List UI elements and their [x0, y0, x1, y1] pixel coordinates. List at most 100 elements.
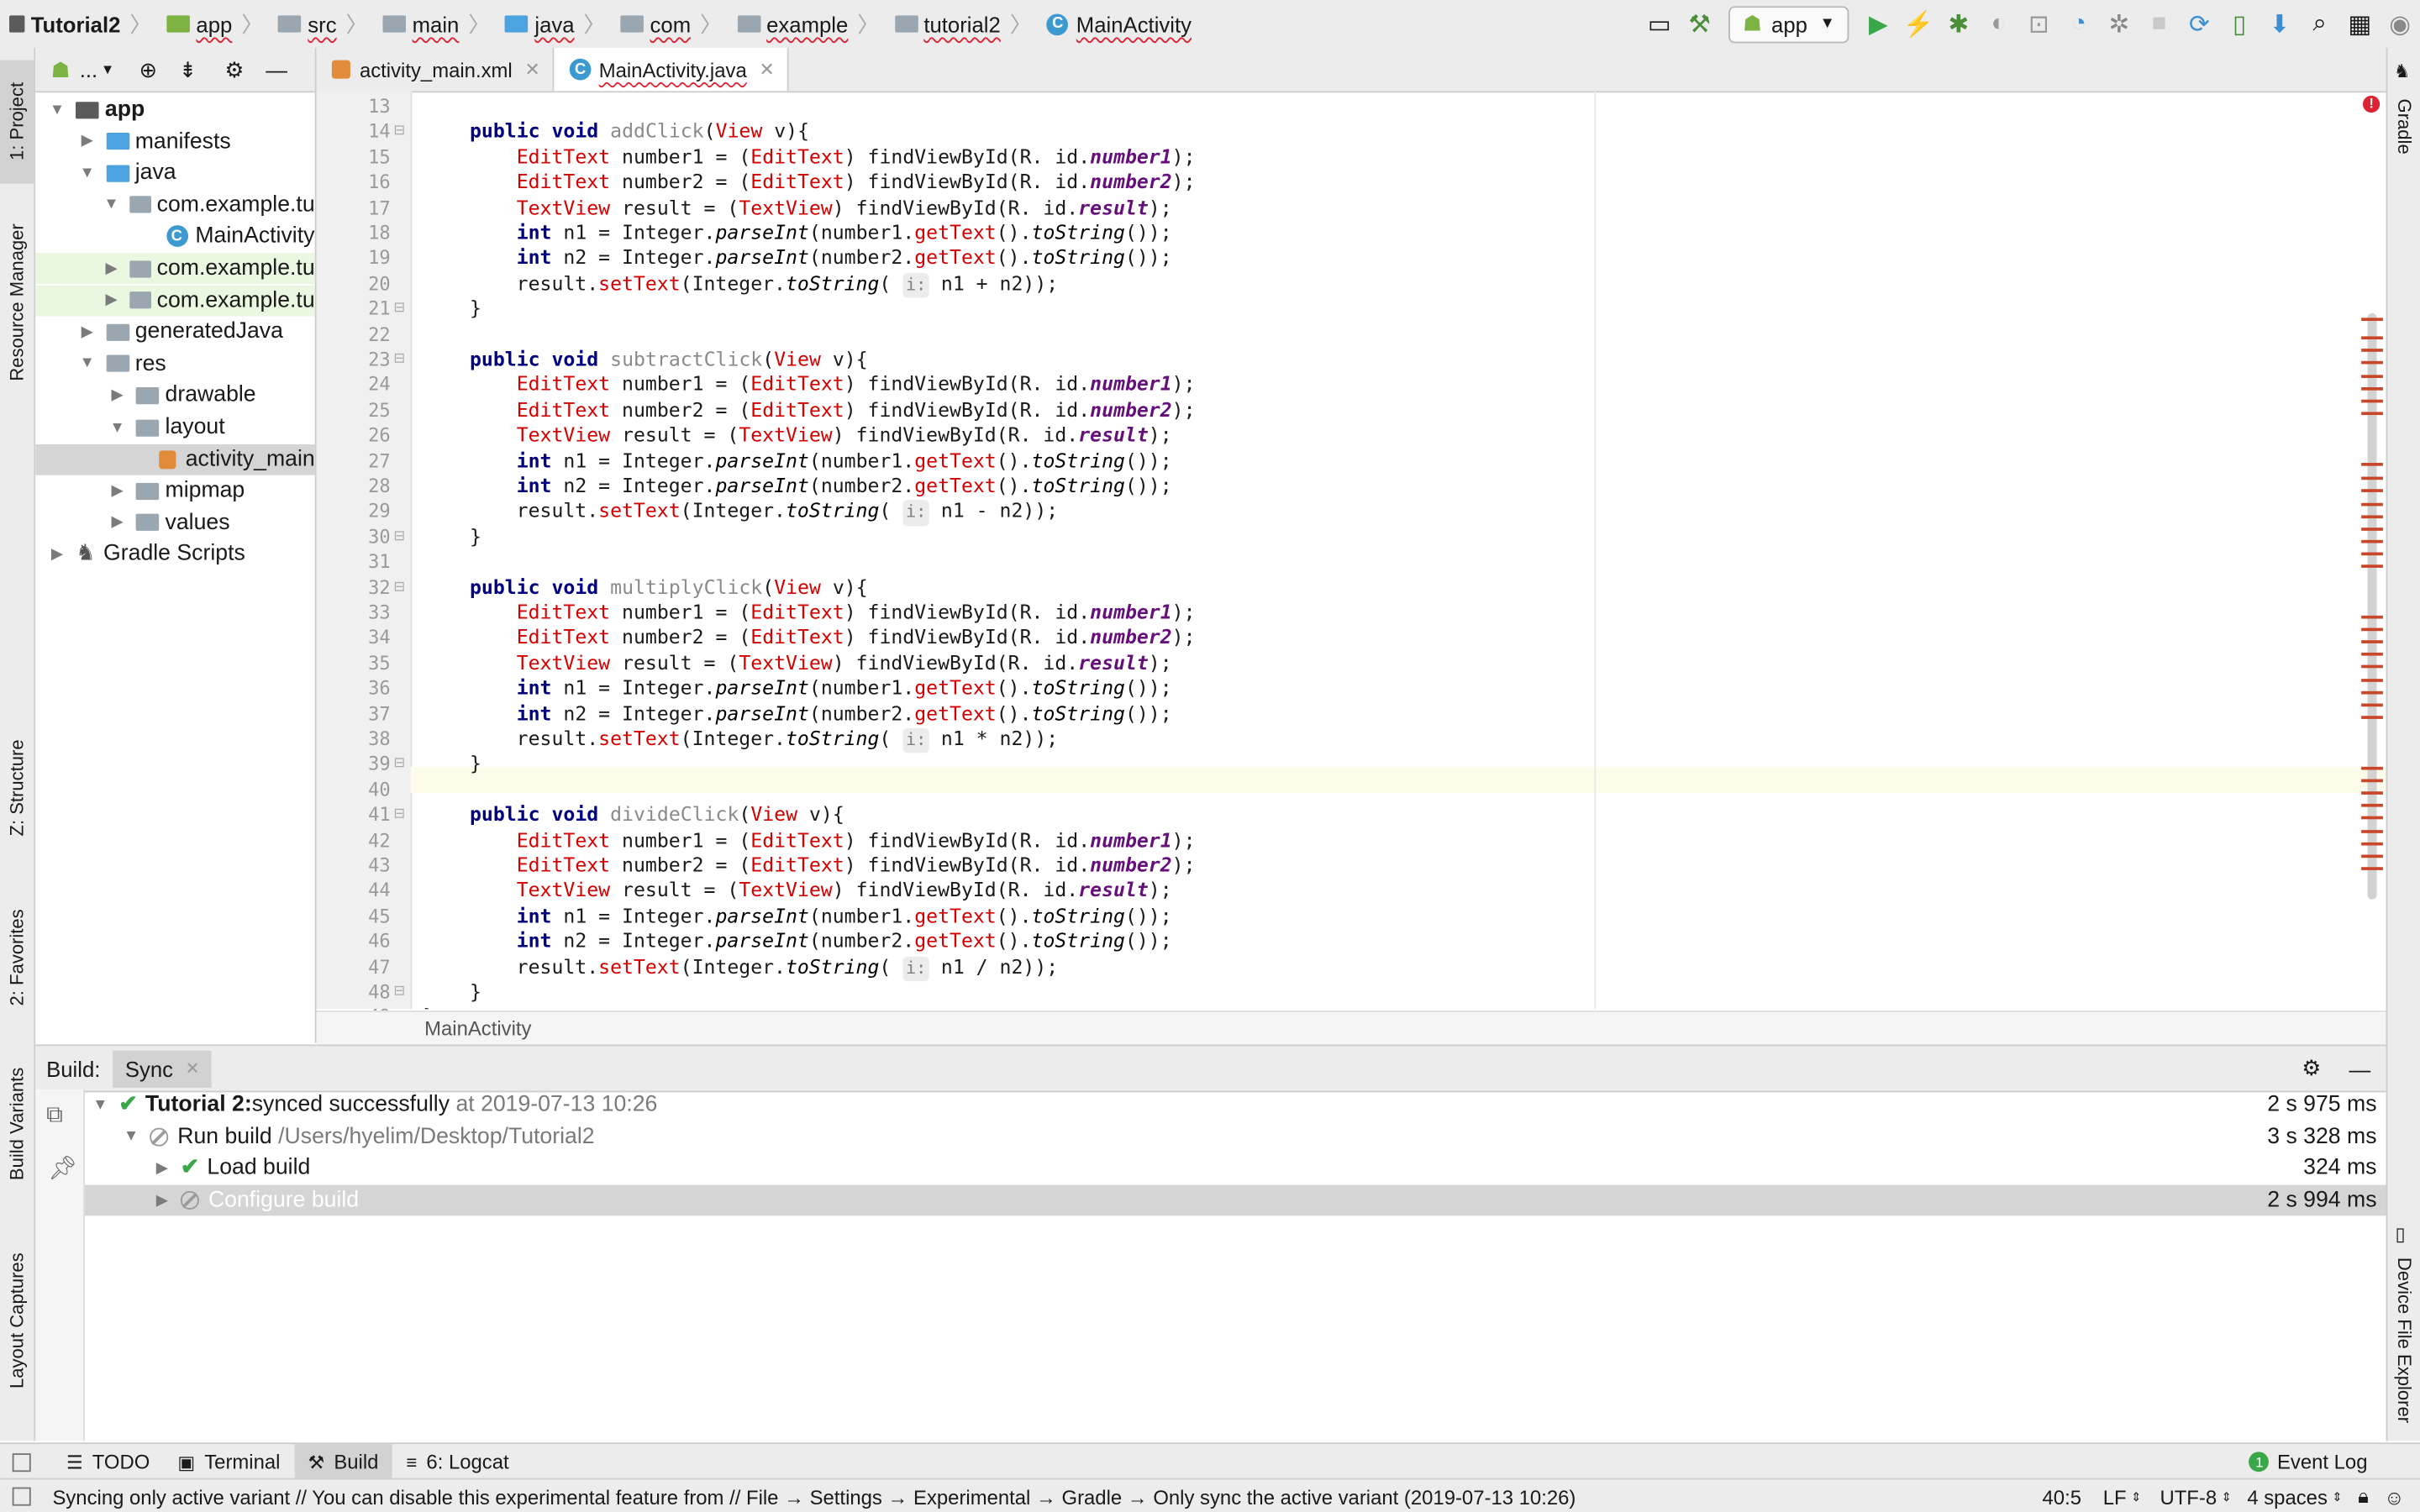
breadcrumb-item[interactable]: tutorial2 〉 — [885, 0, 1037, 48]
error-mark[interactable] — [2361, 664, 2383, 669]
collapsed-arrow-icon[interactable]: ▶ — [108, 387, 127, 404]
apply-changes-icon[interactable]: ⚡ — [1898, 4, 1939, 45]
tree-item[interactable]: ▼ com.example.tu — [35, 190, 314, 221]
tree-item[interactable]: ▶ drawable — [35, 381, 314, 412]
error-mark[interactable] — [2361, 489, 2383, 492]
event-log-tab[interactable]: Event Log — [2277, 1450, 2368, 1473]
collapsed-arrow-icon[interactable]: ▶ — [78, 133, 97, 150]
error-mark[interactable] — [2361, 360, 2383, 365]
error-mark[interactable] — [2361, 703, 2383, 707]
lock-icon[interactable]: 🔒︎ — [2358, 1484, 2369, 1509]
error-mark[interactable] — [2361, 803, 2383, 807]
tree-item[interactable]: ▼ layout — [35, 412, 314, 443]
tree-item[interactable]: ▶ manifests — [35, 126, 314, 157]
collapse-all-icon[interactable]: ⇟ — [179, 56, 197, 82]
avd-manager-icon[interactable]: ▯ — [2219, 4, 2260, 45]
error-mark[interactable] — [2361, 615, 2383, 619]
error-mark[interactable] — [2361, 539, 2383, 543]
project-structure-icon[interactable]: ▦ — [2339, 4, 2380, 45]
debug-icon[interactable]: ✱ — [1939, 4, 1979, 45]
tree-item[interactable]: ▼ java — [35, 158, 314, 189]
settings-gear-icon[interactable]: ⚙ — [224, 56, 244, 82]
pin-icon[interactable]: 📌︎ — [48, 1154, 77, 1182]
expanded-arrow-icon[interactable]: ▼ — [48, 101, 66, 118]
tree-item[interactable]: ▼ app — [35, 94, 314, 125]
breadcrumb-item[interactable]: com 〉 — [612, 0, 729, 48]
fold-marker-icon[interactable]: ⊟ — [393, 528, 405, 544]
android-view-icon[interactable]: ☗ — [51, 56, 71, 82]
expanded-arrow-icon[interactable]: ▼ — [78, 355, 97, 372]
run-configuration-dropdown[interactable]: ☗ app ▼ — [1728, 5, 1849, 43]
settings-gear-icon[interactable]: ⚙ — [2302, 1055, 2321, 1081]
error-mark[interactable] — [2361, 842, 2383, 846]
select-run-window-icon[interactable]: ▭ — [1639, 4, 1680, 45]
error-mark[interactable] — [2361, 375, 2383, 378]
bottom-tab[interactable]: ▣ Terminal — [164, 1444, 294, 1479]
error-mark[interactable] — [2361, 564, 2383, 568]
collapsed-arrow-icon[interactable]: ▶ — [48, 546, 66, 563]
fold-marker-icon[interactable]: ⊟ — [393, 578, 405, 595]
bottom-tab[interactable]: ⚒ Build — [294, 1444, 392, 1480]
fold-marker-icon[interactable]: ⊟ — [393, 350, 405, 367]
breadcrumb-item[interactable]: Tutorial2 〉 — [0, 0, 157, 48]
error-mark[interactable] — [2361, 515, 2383, 519]
collapsed-arrow-icon[interactable]: ▶ — [153, 1192, 171, 1209]
tab-main-activity-java[interactable]: C MainActivity.java ✕ — [554, 47, 789, 92]
error-mark[interactable] — [2361, 766, 2383, 770]
gradle-tool-tab[interactable]: Gradle — [2387, 88, 2420, 165]
file-encoding[interactable]: UTF-8 — [2160, 1485, 2217, 1509]
hide-icon[interactable]: — — [266, 57, 287, 81]
structure-tool-tab[interactable]: Z: Structure — [0, 719, 34, 858]
error-mark[interactable] — [2361, 399, 2383, 403]
error-indicator-icon[interactable]: ! — [2362, 95, 2381, 113]
breadcrumb-item[interactable]: app 〉 — [157, 0, 269, 48]
fold-marker-icon[interactable]: ⊟ — [393, 123, 405, 139]
fold-marker-icon[interactable]: ⊟ — [393, 755, 405, 772]
coverage-icon[interactable]: ⊡ — [2018, 4, 2059, 45]
search-icon[interactable]: ⌕ — [2300, 4, 2340, 45]
fold-marker-icon[interactable]: ⊟ — [393, 806, 405, 822]
tree-item[interactable]: ▶ values — [35, 507, 314, 538]
collapsed-arrow-icon[interactable]: ▶ — [108, 514, 127, 531]
close-icon[interactable]: ✕ — [524, 59, 539, 81]
expanded-arrow-icon[interactable]: ▼ — [103, 197, 119, 213]
tab-activity-main-xml[interactable]: activity_main.xml ✕ — [317, 47, 555, 92]
status-toggle-icon[interactable] — [12, 1487, 31, 1506]
build-tree-row[interactable]: ▶ Configure build 2 s 994 ms — [85, 1184, 2386, 1216]
attach-debugger-icon[interactable]: ◔ — [2059, 4, 2099, 45]
run-icon[interactable]: ▶ — [1858, 4, 1898, 45]
stop-icon[interactable]: ■ — [2139, 4, 2180, 45]
tree-item[interactable]: ▶ com.example.tu — [35, 285, 315, 316]
error-mark[interactable] — [2361, 552, 2383, 556]
attach-process-icon[interactable]: ✲ — [2099, 4, 2139, 45]
tree-item[interactable]: activity_main — [35, 444, 315, 475]
expanded-arrow-icon[interactable]: ▼ — [78, 165, 97, 181]
error-mark[interactable] — [2361, 349, 2383, 352]
breadcrumb-item[interactable]: example 〉 — [728, 0, 885, 48]
error-mark[interactable] — [2361, 640, 2383, 643]
tree-item[interactable]: ▶ com.example.tu — [35, 253, 315, 284]
code-editor[interactable]: public void addClick(View v){ EditText n… — [411, 91, 2386, 1009]
error-mark[interactable] — [2361, 679, 2383, 682]
fold-marker-icon[interactable]: ⊟ — [393, 983, 405, 1000]
favorites-tool-tab[interactable]: 2: Favorites — [0, 889, 34, 1027]
build-variants-tool-tab[interactable]: Build Variants — [0, 1053, 34, 1192]
line-separator[interactable]: LF — [2103, 1485, 2127, 1509]
collapsed-arrow-icon[interactable]: ▶ — [103, 291, 119, 308]
toggle-view-icon[interactable]: ⧉ — [46, 1101, 63, 1127]
bottom-tab[interactable]: ☰ TODO — [52, 1444, 163, 1479]
assistant-icon[interactable]: ◉ — [2380, 4, 2420, 45]
error-mark[interactable] — [2361, 791, 2383, 795]
sync-gradle-icon[interactable]: ⟳ — [2179, 4, 2219, 45]
error-mark[interactable] — [2361, 412, 2383, 416]
error-mark[interactable] — [2361, 854, 2383, 858]
expanded-arrow-icon[interactable]: ▼ — [108, 419, 127, 436]
build-tree-row[interactable]: ▶ ✔ Load build 324 ms — [85, 1153, 2386, 1184]
error-mark[interactable] — [2361, 690, 2383, 695]
error-mark[interactable] — [2361, 336, 2383, 340]
build-hammer-icon[interactable]: ⚒ — [1680, 4, 1720, 45]
error-mark[interactable] — [2361, 816, 2383, 820]
project-tool-tab[interactable]: 1: Project — [0, 60, 34, 184]
indent-setting[interactable]: 4 spaces — [2247, 1485, 2328, 1509]
error-mark[interactable] — [2361, 528, 2383, 531]
